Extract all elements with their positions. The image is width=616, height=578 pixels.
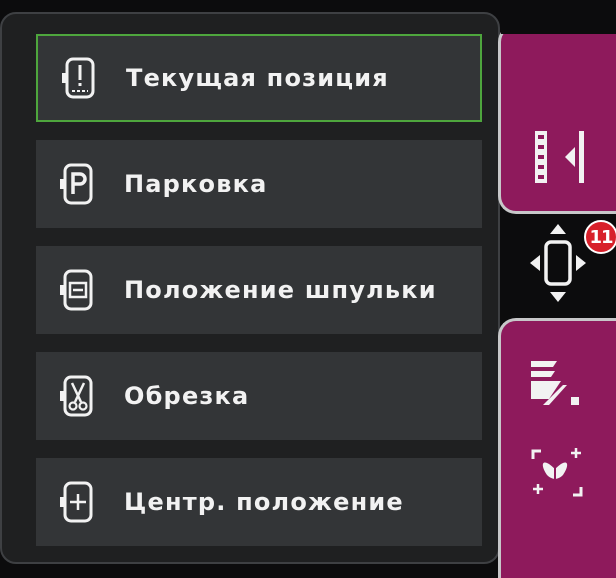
menu-item-label: Положение шпульки: [124, 276, 437, 304]
menu-item-park[interactable]: Парковка: [36, 140, 482, 228]
stitch-density-icon[interactable]: [527, 355, 583, 411]
menu-item-center-position[interactable]: Центр. положение: [36, 458, 482, 546]
menu-item-label: Центр. положение: [124, 488, 404, 516]
scissors-icon: [60, 375, 93, 417]
menu-item-label: Парковка: [124, 170, 268, 198]
embroidery-tools-panel: [498, 318, 616, 578]
menu-item-label: Текущая позиция: [126, 64, 389, 92]
menu-item-bobbin-position[interactable]: Положение шпульки: [36, 246, 482, 334]
menu-item-label: Обрезка: [124, 382, 250, 410]
move-arrows-icon[interactable]: [528, 220, 588, 306]
position-menu-panel: Текущая позиция Парковка Положение шпуль…: [0, 12, 500, 564]
hoop-position-icon: [535, 131, 584, 183]
menu-item-current-position[interactable]: Текущая позиция: [36, 34, 482, 122]
needle-position-icon: [62, 57, 95, 99]
notification-badge: 11: [584, 220, 616, 254]
menu-item-trim[interactable]: Обрезка: [36, 352, 482, 440]
embroidery-design-icon[interactable]: [525, 441, 589, 505]
hoop-position-button[interactable]: [498, 24, 616, 214]
center-position-icon: [60, 481, 93, 523]
park-icon: [60, 163, 93, 205]
bobbin-position-icon: [60, 269, 93, 311]
